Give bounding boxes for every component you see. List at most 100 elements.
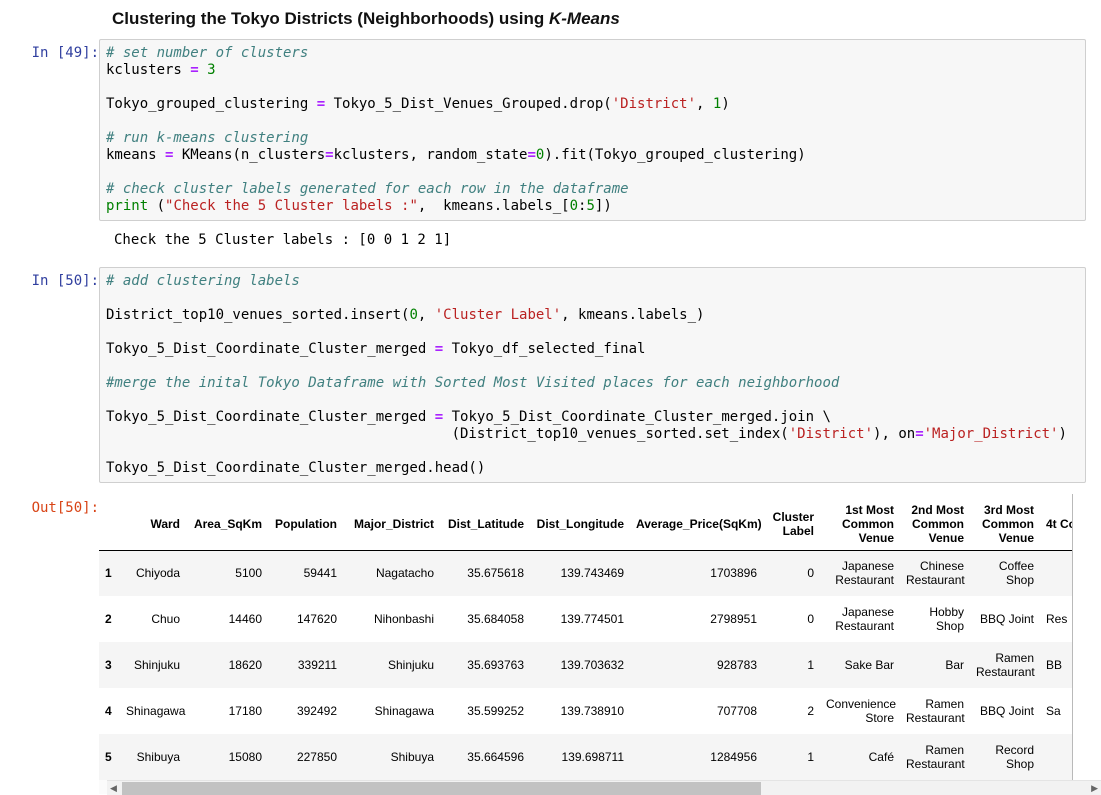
table-cell: Coffee Shop — [970, 550, 1040, 596]
table-cell: Shinjuku — [343, 642, 440, 688]
code-token: Tokyo_5_Dist_Coordinate_Cluster_merged.h… — [106, 460, 485, 476]
code-token: 'District' — [612, 96, 696, 112]
output-prompt-50: Out[50]: — [0, 494, 99, 794]
table-cell: Chuo — [120, 596, 186, 642]
code-token: # set number of clusters — [106, 45, 308, 61]
code-token: KMeans(n_clusters — [173, 147, 325, 163]
code-token: 'Cluster Label' — [435, 307, 561, 323]
code-token: , — [696, 96, 713, 112]
code-token: 'District' — [789, 426, 873, 442]
page-title-emphasis: K-Means — [549, 9, 620, 28]
code-token: 3 — [207, 62, 215, 78]
code-token: Tokyo_5_Dist_Venues_Grouped.drop( — [325, 96, 612, 112]
table-cell: Shibuya — [343, 734, 440, 780]
column-header: 3rd Most Common Venue — [970, 498, 1040, 550]
table-cell: 147620 — [268, 596, 343, 642]
table-cell: BBQ Joint — [970, 596, 1040, 642]
page-horizontal-scrollbar[interactable]: ◀ ▶ — [107, 780, 1101, 795]
table-row: 1Chiyoda510059441Nagatacho35.675618139.7… — [99, 550, 1073, 596]
code-token: print — [106, 198, 148, 214]
code-token: Tokyo_grouped_clustering — [106, 96, 317, 112]
table-cell: Bar — [900, 642, 970, 688]
table-cell: BB — [1040, 642, 1073, 688]
code-token: ]) — [595, 198, 612, 214]
row-index: 4 — [99, 688, 120, 734]
table-cell: 35.675618 — [440, 550, 530, 596]
code-token: Tokyo_5_Dist_Coordinate_Cluster_merged — [106, 341, 435, 357]
table-cell: Ramen Restaurant — [970, 642, 1040, 688]
table-cell: 707708 — [630, 688, 763, 734]
table-cell: 0 — [763, 596, 820, 642]
code-token — [199, 62, 207, 78]
column-header: Population — [268, 498, 343, 550]
table-cell: 1 — [763, 734, 820, 780]
table-cell: 1 — [763, 642, 820, 688]
table-row: 4Shinagawa17180392492Shinagawa35.5992521… — [99, 688, 1073, 734]
table-cell: 2 — [763, 688, 820, 734]
column-header: Major_District — [343, 498, 440, 550]
code-token: kclusters — [106, 62, 190, 78]
code-token: Tokyo_5_Dist_Coordinate_Cluster_merged.j… — [443, 409, 831, 425]
stdout-text: Check the 5 Cluster labels : [0 0 1 2 1] — [99, 232, 451, 248]
table-cell: Shibuya — [120, 734, 186, 780]
table-cell: BBQ Joint — [970, 688, 1040, 734]
column-header: Dist_Latitude — [440, 498, 530, 550]
table-cell: 1703896 — [630, 550, 763, 596]
table-cell: 227850 — [268, 734, 343, 780]
code-token: # run k-means clustering — [106, 130, 308, 146]
code-token: ) — [1058, 426, 1066, 442]
table-cell: 392492 — [268, 688, 343, 734]
scroll-left-icon[interactable]: ◀ — [107, 783, 120, 794]
table-cell: Café — [820, 734, 900, 780]
table-cell: 15080 — [186, 734, 268, 780]
table-cell: Chinese Restaurant — [900, 550, 970, 596]
code-token: = — [527, 147, 535, 163]
row-index: 1 — [99, 550, 120, 596]
table-cell: Record Shop — [970, 734, 1040, 780]
table-cell: 139.774501 — [530, 596, 630, 642]
table-cell: 35.599252 — [440, 688, 530, 734]
code-token: # check cluster labels generated for eac… — [106, 181, 629, 197]
code-token: = — [435, 409, 443, 425]
table-cell: Japanese Restaurant — [820, 596, 900, 642]
table-cell: 928783 — [630, 642, 763, 688]
page-title-text: Clustering the Tokyo Districts (Neighbor… — [112, 9, 549, 28]
table-cell: 35.664596 — [440, 734, 530, 780]
column-header: Dist_Longitude — [530, 498, 630, 550]
output-prompt-spacer — [0, 232, 99, 248]
table-cell — [1040, 550, 1073, 596]
table-cell: 5100 — [186, 550, 268, 596]
code-token: ), on — [873, 426, 915, 442]
code-token: 5 — [586, 198, 594, 214]
dataframe-header-row: WardArea_SqKmPopulationMajor_DistrictDis… — [99, 498, 1073, 550]
table-cell: 35.693763 — [440, 642, 530, 688]
table-cell: 139.743469 — [530, 550, 630, 596]
scroll-right-icon[interactable]: ▶ — [1088, 783, 1101, 794]
table-cell: Nihonbashi — [343, 596, 440, 642]
code-token: (District_top10_venues_sorted.set_index( — [106, 426, 789, 442]
table-cell: 17180 — [186, 688, 268, 734]
column-header: 1st Most Common Venue — [820, 498, 900, 550]
dataframe-container: WardArea_SqKmPopulationMajor_DistrictDis… — [99, 494, 1073, 794]
table-cell: 339211 — [268, 642, 343, 688]
column-header: 4t Co — [1040, 498, 1073, 550]
code-token: # add clustering labels — [106, 273, 300, 289]
code-token: #merge the inital Tokyo Dataframe with S… — [106, 375, 839, 391]
code-token: , kmeans.labels_) — [561, 307, 704, 323]
table-cell: 59441 — [268, 550, 343, 596]
dataframe-table: WardArea_SqKmPopulationMajor_DistrictDis… — [99, 498, 1073, 780]
code-token: 0 — [409, 307, 417, 323]
table-cell: 139.703632 — [530, 642, 630, 688]
code-editor-50[interactable]: # add clustering labels District_top10_v… — [99, 267, 1086, 483]
table-cell: 0 — [763, 550, 820, 596]
scrollbar-thumb[interactable] — [122, 782, 761, 795]
code-token: = — [325, 147, 333, 163]
table-cell: Shinagawa — [343, 688, 440, 734]
code-50[interactable]: # add clustering labels District_top10_v… — [106, 273, 1079, 477]
column-header: Area_SqKm — [186, 498, 268, 550]
code-token: = — [435, 341, 443, 357]
scrollbar-track[interactable] — [120, 782, 1088, 795]
code-editor-49[interactable]: # set number of clusters kclusters = 3 T… — [99, 39, 1086, 221]
code-token: "Check the 5 Cluster labels :" — [165, 198, 418, 214]
code-49[interactable]: # set number of clusters kclusters = 3 T… — [106, 45, 1079, 215]
